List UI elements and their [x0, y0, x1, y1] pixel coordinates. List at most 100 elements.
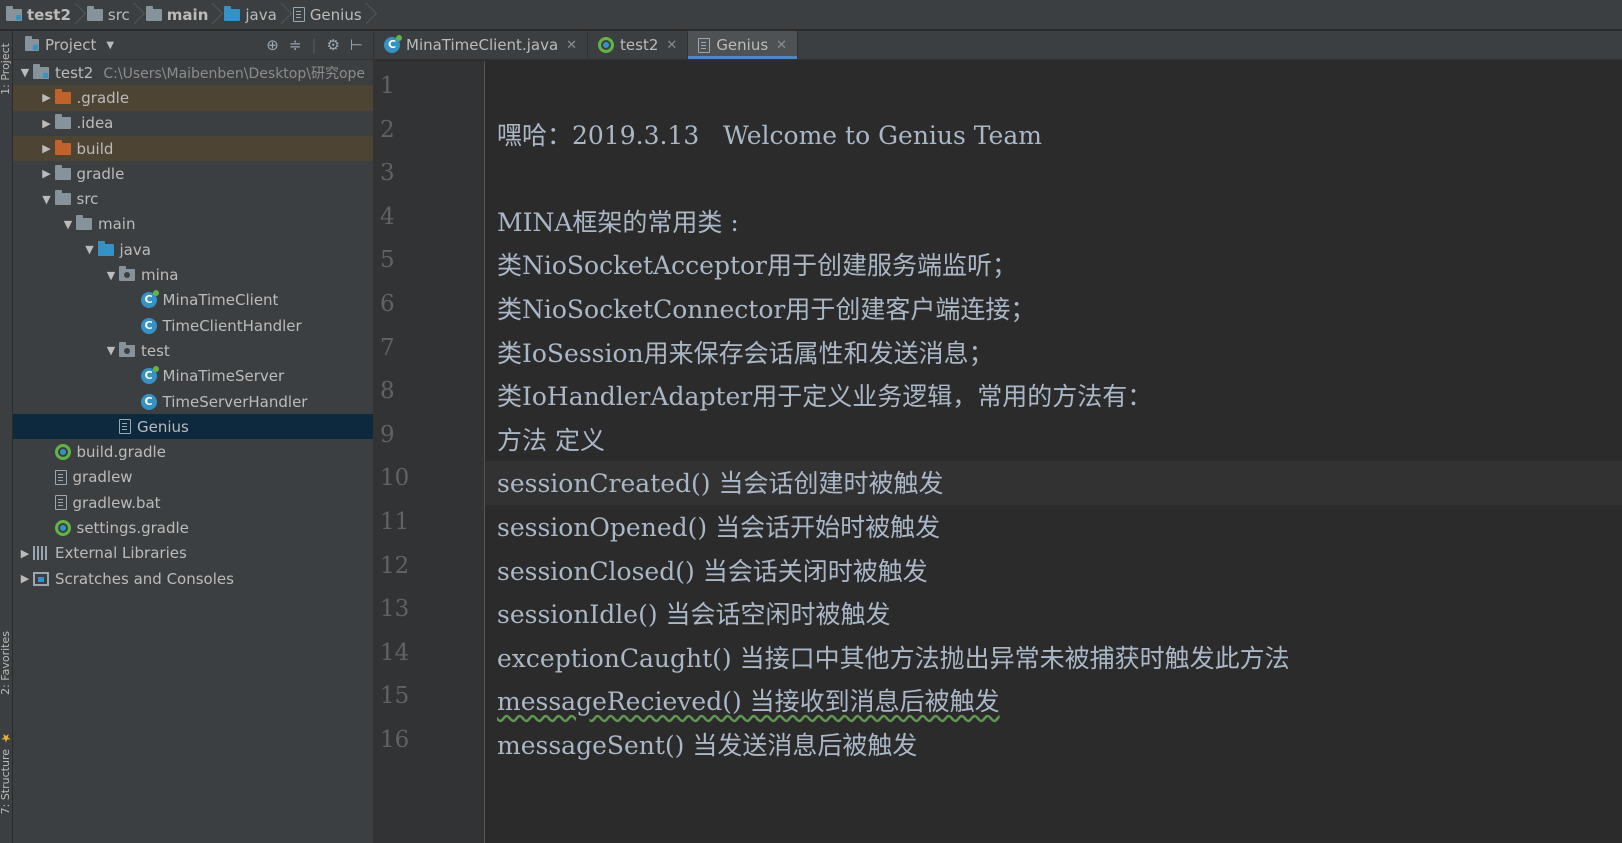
code-line[interactable]: 类IoHandlerAdapter用于定义业务逻辑，常用的方法有： — [497, 377, 1152, 413]
breadcrumb-item[interactable]: src — [81, 0, 140, 30]
editor-tab[interactable]: Genius ✕ — [688, 31, 799, 59]
tree-item[interactable]: C MinaTimeClient — [13, 288, 373, 313]
tool-window-strip: 1: Project 2: Favorites ★ 7: Structure — [0, 31, 13, 843]
locate-icon[interactable]: ⊕ — [266, 36, 279, 54]
code-line[interactable]: MINA框架的常用类 : — [497, 203, 739, 239]
tree-icon-wrap — [54, 190, 71, 206]
code-line[interactable]: exceptionCaught() 当接口中其他方法抛出异常未被捕获时触发此方法 — [497, 639, 1290, 675]
typo-underline: messageRecieved() 当接收到消息后被触发 — [497, 687, 1000, 717]
tree-item[interactable]: ▼ mina — [13, 262, 373, 287]
code-line[interactable]: sessionIdle() 当会话空闲时被触发 — [497, 595, 891, 631]
tree-item-label: test — [141, 341, 170, 360]
tree-item-label: Genius — [137, 417, 189, 436]
tree-item[interactable]: ▶ .gradle — [13, 85, 373, 111]
close-icon[interactable]: ✕ — [566, 38, 577, 53]
gradle-icon — [54, 444, 71, 461]
text-file-icon — [119, 419, 131, 435]
code-line[interactable]: 类IoSession用来保存会话属性和发送消息； — [497, 334, 994, 370]
code-line[interactable]: sessionOpened() 当会话开始时被触发 — [497, 508, 940, 544]
main-class-icon: C — [384, 35, 402, 53]
breadcrumb-item[interactable]: Genius — [287, 0, 372, 30]
collapsed-arrow-icon[interactable]: ▶ — [17, 572, 33, 585]
expanded-arrow-icon[interactable]: ▼ — [60, 218, 76, 231]
tree-item[interactable]: gradlew — [13, 465, 373, 490]
tree-item[interactable]: ▼ test — [13, 338, 373, 363]
code-line[interactable]: 嘿哈：2019.3.13 Welcome to Genius Team — [497, 116, 1042, 152]
tree-item[interactable]: ▼ test2 C:\Users\Maibenben\Desktop\研究ope — [13, 60, 373, 85]
tree-icon-wrap: C — [140, 393, 157, 410]
breadcrumb-item[interactable]: main — [140, 0, 219, 30]
editor-area: C MinaTimeClient.java ✕ test2 ✕ Genius ✕ 12345… — [374, 31, 1622, 843]
tree-item[interactable]: C TimeClientHandler — [13, 313, 373, 338]
favorites-tool-tab[interactable]: 2: Favorites — [0, 631, 12, 695]
libraries-icon — [33, 546, 49, 561]
expanded-arrow-icon[interactable]: ▼ — [103, 344, 119, 357]
code-line[interactable]: 类NioSocketConnector用于创建客户端连接； — [497, 290, 1035, 326]
structure-tool-tab[interactable]: 7: Structure — [0, 749, 12, 814]
code-line[interactable]: sessionCreated() 当会话创建时被触发 — [497, 464, 944, 500]
tree-item[interactable]: C MinaTimeServer — [13, 364, 373, 389]
expanded-arrow-icon[interactable]: ▼ — [39, 193, 55, 206]
breadcrumb: test2 src main java Genius — [0, 0, 1622, 30]
line-number: 5 — [380, 247, 395, 274]
hide-panel-icon[interactable]: ⊢ — [350, 36, 363, 54]
line-number: 7 — [380, 334, 395, 361]
code-line[interactable]: messageSent() 当发送消息后被触发 — [497, 726, 917, 762]
folder-icon — [54, 190, 71, 206]
tree-icon-wrap — [54, 469, 67, 485]
expanded-arrow-icon[interactable]: ▼ — [82, 243, 98, 256]
tree-item[interactable]: ▶ External Libraries — [13, 541, 373, 566]
main-class-icon: C — [140, 366, 159, 385]
line-number: 12 — [380, 552, 410, 579]
line-number: 6 — [380, 291, 395, 317]
tree-item[interactable]: ▶ gradle — [13, 161, 373, 186]
collapsed-arrow-icon[interactable]: ▶ — [39, 142, 55, 155]
tree-item[interactable]: ▶ Scratches and Consoles — [13, 566, 373, 591]
project-view-selector[interactable]: Project — [45, 36, 96, 54]
close-icon[interactable]: ✕ — [666, 38, 677, 53]
expanded-arrow-icon[interactable]: ▼ — [17, 66, 33, 79]
tree-icon-wrap — [119, 419, 131, 435]
tree-item[interactable]: gradlew.bat — [13, 490, 373, 515]
line-number: 13 — [380, 596, 410, 623]
text-file-icon — [292, 7, 305, 22]
collapsed-arrow-icon[interactable]: ▶ — [39, 167, 55, 180]
tree-item[interactable]: ▶ build — [13, 135, 373, 162]
code-editor[interactable]: 嘿哈：2019.3.13 Welcome to Genius Team MINA框… — [485, 61, 1622, 843]
tree-item-label: Scratches and Consoles — [55, 569, 234, 588]
tree-item[interactable]: settings.gradle — [13, 515, 373, 540]
collapsed-arrow-icon[interactable]: ▶ — [39, 117, 55, 130]
tree-item[interactable]: C TimeServerHandler — [13, 389, 373, 414]
tree-icon-wrap — [54, 88, 71, 104]
tree-item[interactable]: build.gradle — [13, 439, 373, 464]
folder-icon — [54, 164, 71, 180]
breadcrumb-item[interactable]: test2 — [0, 0, 81, 30]
collapse-all-icon[interactable]: ≑ — [289, 36, 302, 54]
tab-label: MinaTimeClient.java — [406, 36, 559, 54]
code-line[interactable]: sessionClosed() 当会话关闭时被触发 — [497, 552, 928, 588]
code-line[interactable]: 方法 定义 — [497, 421, 605, 457]
tree-item-label: TimeServerHandler — [162, 392, 308, 411]
code-line[interactable]: messageRecieved() 当接收到消息后被触发 — [497, 682, 1000, 718]
code-line[interactable]: 类NioSocketAcceptor用于创建服务端监听； — [497, 246, 1017, 282]
tab-label: Genius — [716, 36, 769, 54]
collapsed-arrow-icon[interactable]: ▶ — [39, 91, 55, 104]
tree-item[interactable]: ▼ src — [13, 186, 373, 211]
editor-tab[interactable]: C MinaTimeClient.java ✕ — [374, 31, 589, 59]
tree-item-label: TimeClientHandler — [162, 316, 302, 335]
close-icon[interactable]: ✕ — [776, 38, 787, 53]
gear-icon[interactable]: ⚙ — [326, 36, 339, 54]
tree-item[interactable]: ▼ main — [13, 212, 373, 237]
breadcrumb-label: main — [166, 5, 209, 24]
tree-icon-wrap: C — [140, 290, 159, 309]
breadcrumb-item[interactable]: java — [218, 0, 286, 30]
tree-item[interactable]: ▶ .idea — [13, 111, 373, 136]
gradle-icon — [598, 37, 615, 53]
collapsed-arrow-icon[interactable]: ▶ — [17, 547, 33, 560]
tree-item[interactable]: ▼ java — [13, 237, 373, 262]
expanded-arrow-icon[interactable]: ▼ — [103, 269, 119, 282]
project-tool-tab[interactable]: 1: Project — [0, 43, 12, 95]
editor-tab[interactable]: test2 ✕ — [588, 31, 689, 59]
tree-item[interactable]: Genius — [13, 414, 373, 440]
chevron-down-icon[interactable]: ▼ — [106, 40, 114, 51]
